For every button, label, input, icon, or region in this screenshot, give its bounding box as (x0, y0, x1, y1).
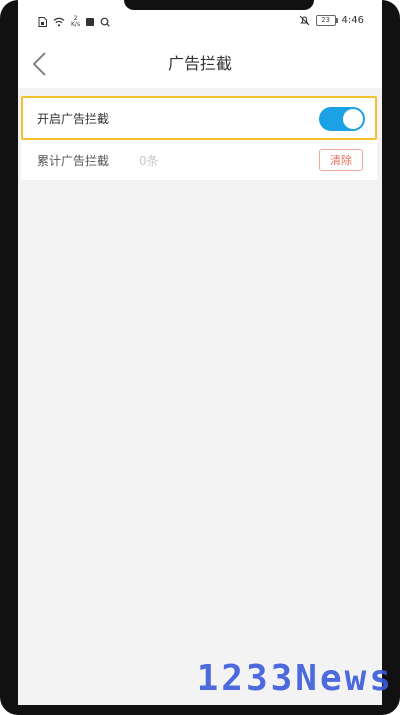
camera-notch (124, 0, 314, 10)
blocked-count-label: 累计广告拦截 (37, 153, 110, 168)
nav-bar: 广告拦截 (18, 40, 382, 88)
sim-card-icon (38, 17, 47, 27)
chevron-left-icon (32, 52, 46, 76)
ad-block-toggle-label: 开启广告拦截 (37, 111, 110, 126)
search-notification-icon (100, 17, 110, 27)
back-button[interactable] (26, 48, 56, 80)
mute-bell-icon (299, 15, 309, 26)
network-speed-unit: K/s (71, 21, 81, 28)
ad-block-toggle-row: 开启广告拦截 (21, 96, 377, 140)
status-time: 4:46 (341, 15, 364, 26)
ad-block-stats-row: 累计广告拦截 0条 清除 (21, 140, 377, 180)
wifi-icon (53, 17, 65, 27)
status-right-icons: 23 4:46 (299, 15, 364, 26)
network-speed: 2 K/s (71, 16, 80, 28)
screen: 2 K/s 23 4:46 广告拦截 开启广告拦截 累计广告拦截 0条 清除 (18, 0, 382, 705)
page-title: 广告拦截 (167, 54, 232, 73)
app-notification-icon (86, 18, 95, 26)
phone-frame: 2 K/s 23 4:46 广告拦截 开启广告拦截 累计广告拦截 0条 清除 1… (0, 0, 400, 715)
watermark: 1233News (196, 658, 394, 699)
battery-icon: 23 (315, 15, 338, 26)
status-left-icons: 2 K/s (38, 16, 110, 28)
switch-knob (343, 109, 363, 129)
blocked-count-value: 0条 (139, 153, 159, 168)
ad-block-switch[interactable] (319, 107, 365, 131)
clear-button[interactable]: 清除 (319, 149, 363, 171)
